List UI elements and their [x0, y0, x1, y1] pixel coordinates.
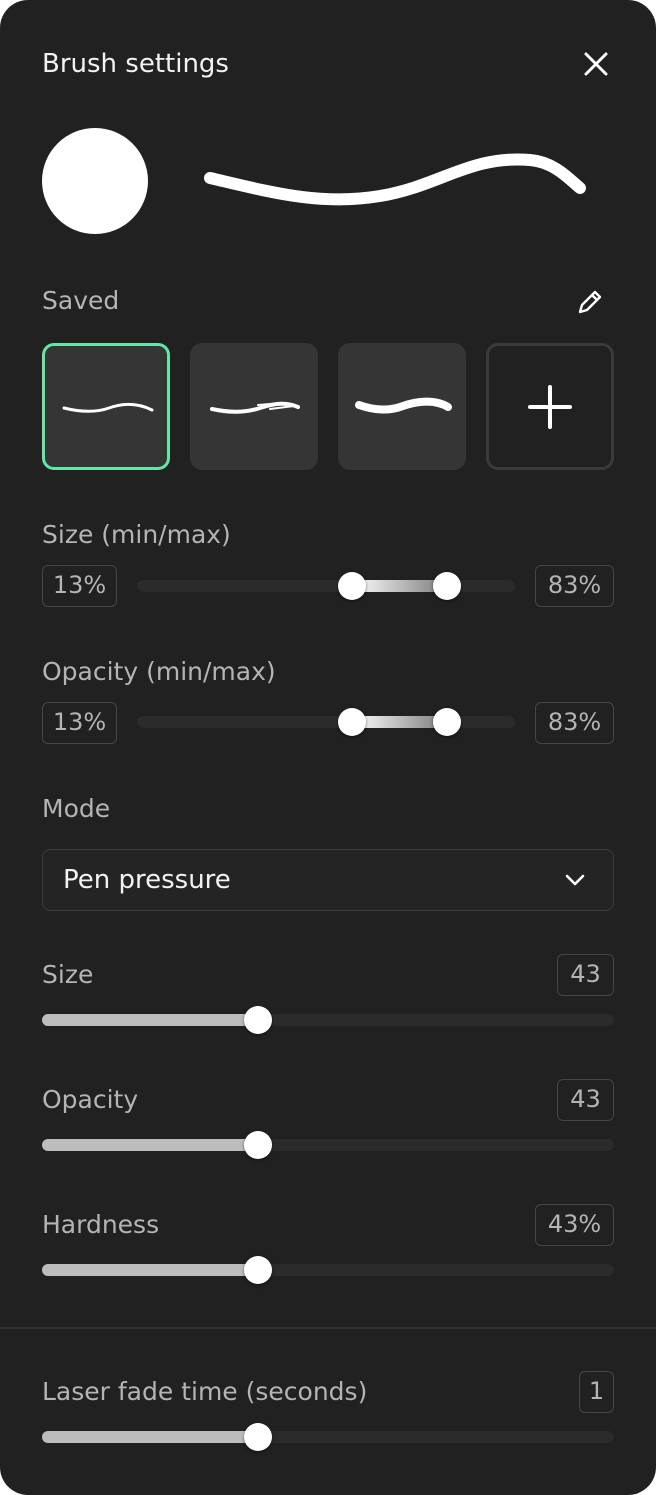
add-preset-button[interactable] [486, 343, 614, 470]
size-value[interactable]: 43 [557, 954, 614, 996]
opacity-min-handle[interactable] [338, 708, 366, 736]
size-min-value[interactable]: 13% [42, 565, 117, 607]
mode-label: Mode [42, 794, 111, 823]
saved-brush-preset-3[interactable] [338, 343, 466, 470]
brush-stroke-preview [204, 153, 586, 206]
preset-2-stroke [210, 401, 300, 414]
laser-fade-slider-handle[interactable] [244, 1423, 272, 1451]
brush-size-preview [42, 128, 148, 234]
hardness-value[interactable]: 43% [535, 1204, 614, 1246]
plus-icon [528, 385, 572, 429]
opacity-slider-handle[interactable] [244, 1131, 272, 1159]
preset-3-stroke [355, 397, 452, 414]
close-button[interactable] [580, 48, 612, 80]
laser-fade-slider-track[interactable] [42, 1431, 614, 1443]
opacity-max-value[interactable]: 83% [535, 702, 614, 744]
opacity-min-value[interactable]: 13% [42, 702, 117, 744]
laser-fade-label: Laser fade time (seconds) [42, 1377, 368, 1406]
size-max-value[interactable]: 83% [535, 565, 614, 607]
mode-dropdown[interactable]: Pen pressure [42, 849, 614, 911]
opacity-slider-track[interactable] [42, 1139, 614, 1151]
opacity-slider-fill [42, 1139, 258, 1151]
mode-selected-value: Pen pressure [63, 865, 231, 895]
close-icon [584, 52, 608, 76]
size-slider-handle[interactable] [244, 1006, 272, 1034]
edit-saved-button[interactable] [574, 286, 606, 318]
chevron-down-icon [565, 874, 585, 886]
size-max-handle[interactable] [433, 572, 461, 600]
size-label: Size [42, 960, 94, 989]
size-slider-track[interactable] [42, 1014, 614, 1026]
section-divider [0, 1327, 656, 1329]
panel-title: Brush settings [42, 49, 229, 79]
opacity-max-handle[interactable] [433, 708, 461, 736]
laser-fade-value[interactable]: 1 [579, 1371, 614, 1413]
opacity-label: Opacity [42, 1085, 139, 1114]
hardness-slider-handle[interactable] [244, 1256, 272, 1284]
laser-fade-slider-fill [42, 1431, 258, 1443]
size-range-label: Size (min/max) [42, 520, 231, 549]
saved-brush-preset-2[interactable] [190, 343, 318, 470]
brush-settings-panel: Brush settings Saved Size (min/max) 13% … [0, 0, 656, 1495]
hardness-slider-fill [42, 1264, 258, 1276]
size-slider-fill [42, 1014, 258, 1026]
hardness-slider-track[interactable] [42, 1264, 614, 1276]
pencil-icon [578, 290, 602, 314]
saved-brush-preset-1[interactable] [42, 343, 170, 470]
opacity-range-label: Opacity (min/max) [42, 657, 276, 686]
preset-1-stroke [62, 403, 154, 413]
size-min-handle[interactable] [338, 572, 366, 600]
saved-label: Saved [42, 286, 120, 315]
hardness-label: Hardness [42, 1210, 160, 1239]
opacity-value[interactable]: 43 [557, 1079, 614, 1121]
